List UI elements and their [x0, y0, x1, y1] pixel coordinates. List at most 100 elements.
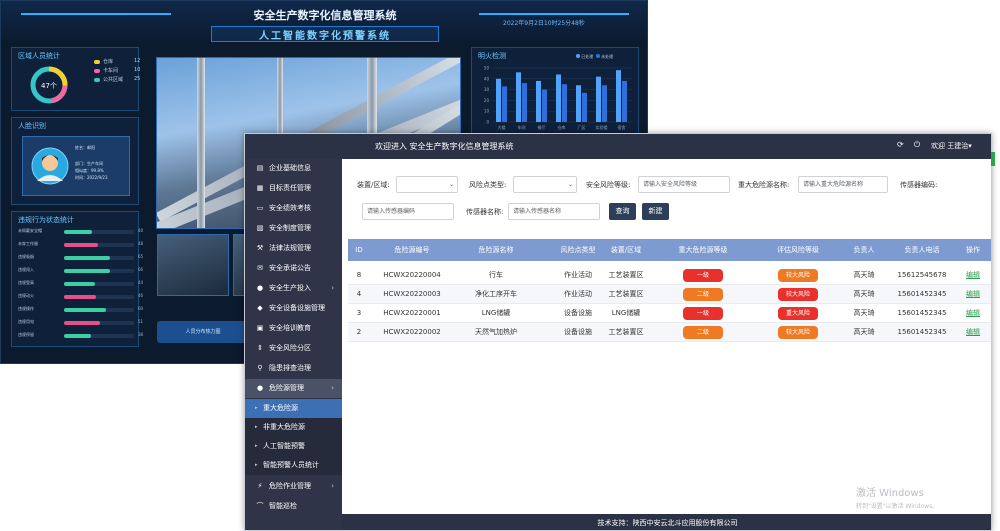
table-cell: 工艺装置区: [608, 290, 644, 298]
bar-processed: [596, 76, 601, 122]
table-cell: 工艺装置区: [608, 328, 644, 336]
donut-center-value: 47个: [41, 82, 57, 90]
violation-value: 65: [138, 254, 144, 259]
table-row: 8 HCWX20220004 行车 作业活动 工艺装置区 一级 较大风险 高天琦 1561254…: [348, 266, 991, 285]
violation-row: 违规闯入 66: [18, 267, 148, 275]
table-cell: 15601452345: [897, 328, 947, 336]
sidebar: ▤ 企业基础信息 ▦ 目标责任管理 ▭ 安全绩效考核 ▧ 安全制度管理 ⚒ 法律法规管理 ✉ 安全承诺…: [245, 159, 342, 530]
sidebar-item[interactable]: ● 安全生产投入 ›: [245, 279, 342, 298]
edit-link[interactable]: 编辑: [956, 266, 990, 285]
x-tick-label: 仓库: [558, 124, 566, 130]
sidebar-item[interactable]: ⚒ 法律法规管理: [245, 239, 342, 258]
sidebar-item[interactable]: ● 危险源管理 ›: [245, 379, 342, 398]
violation-bar-track: [64, 321, 134, 325]
scrollbar-thumb[interactable]: [991, 152, 995, 166]
violation-label: 未穿工作服: [18, 241, 38, 246]
violation-label: 违规动火: [18, 293, 34, 298]
violation-row: 违规吸烟 65: [18, 254, 148, 262]
sidebar-item-label: 企业基础信息: [269, 164, 311, 172]
sidebar-subitem[interactable]: ▸ 非重大危险源: [245, 418, 342, 437]
triangle-bullet-icon: ▸: [255, 443, 258, 449]
violation-bar-fill: [64, 243, 98, 247]
legend-label: 仓库: [103, 59, 114, 65]
violation-label: 违规停留: [18, 332, 34, 337]
sidebar-item-label: 安全承诺公告: [269, 264, 311, 272]
violation-value: 60: [138, 306, 144, 311]
table-cell: 工艺装置区: [608, 271, 644, 279]
table-cell: 天然气加热炉: [475, 328, 517, 336]
risk-level-input[interactable]: 请输入安全风险等级: [638, 176, 730, 193]
sidebar-item[interactable]: ✉ 安全承诺公告: [245, 259, 342, 278]
risk-type-select[interactable]: ⌄: [513, 176, 577, 193]
user-menu[interactable]: 欢迎 王建治▾: [931, 141, 972, 151]
area-select[interactable]: ⌄: [396, 176, 458, 193]
sidebar-item[interactable]: ⌒ 智能巡检: [245, 497, 342, 516]
face-avatar-icon: [31, 147, 69, 185]
camera-thumbnail[interactable]: [157, 234, 229, 296]
face-dept: 部门：生产车间: [75, 161, 103, 166]
sidebar-item-icon: ▭: [256, 204, 264, 212]
flame-panel-title: 明火检测: [478, 52, 506, 60]
violation-label: 违规登高: [18, 280, 34, 285]
sensor-name-input[interactable]: 请输入传感器名称: [508, 203, 600, 220]
sidebar-item[interactable]: ▤ 企业基础信息: [245, 159, 342, 178]
admin-window: 欢迎进入 安全生产数字化信息管理系统 ⟳ ⏻ 欢迎 王建治▾ ▤ 企业基础信息 ▦ 目…: [244, 133, 992, 531]
sidebar-item[interactable]: ⚡ 危险作业管理 ›: [245, 477, 342, 496]
bar-processed: [576, 85, 581, 122]
heatmap-button[interactable]: 人员分布热力图: [157, 321, 249, 343]
x-tick-label: 宿舍: [618, 124, 626, 130]
legend-label: 公共区域: [103, 77, 124, 83]
sidebar-item[interactable]: ▭ 安全绩效考核: [245, 199, 342, 218]
violation-bar-fill: [64, 230, 92, 234]
sidebar-item-icon: ⌒: [256, 502, 264, 510]
sidebar-item[interactable]: ◆ 安全设备设施管理: [245, 299, 342, 318]
refresh-icon[interactable]: ⟳: [897, 140, 904, 149]
sidebar-subitem[interactable]: ▸ 智能预警人员统计: [245, 456, 342, 475]
face-card: 姓名：邮阳 部门：生产车间 相似度：99.8% 时间：2022/9/23: [22, 136, 130, 196]
edit-link[interactable]: 编辑: [956, 285, 990, 304]
risk-type-label: 风险点类型:: [469, 181, 507, 189]
sidebar-item-icon: ⚲: [257, 364, 263, 372]
violation-bar-fill: [64, 282, 95, 286]
face-name: 姓名：邮阳: [75, 145, 95, 150]
sidebar-subitem[interactable]: ▸ 重大危险源: [245, 399, 342, 418]
sidebar-item[interactable]: ▣ 安全培训教育: [245, 319, 342, 338]
x-tick-label: 厂区: [578, 125, 586, 130]
sidebar-item[interactable]: ▦ 目标责任管理: [245, 179, 342, 198]
violation-bar-track: [64, 295, 134, 299]
query-button[interactable]: 查询: [609, 203, 636, 220]
sidebar-item-label: 安全培训教育: [269, 324, 311, 332]
sidebar-item[interactable]: ⚲ 隐患排查治理: [245, 359, 342, 378]
risk-badge: 较大风险: [778, 288, 818, 301]
bar-processed: [616, 70, 621, 122]
face-time: 时间：2022/9/23: [75, 175, 108, 180]
bar-unprocessed: [502, 86, 507, 122]
dashboard-subtitle: 人工智能数字化预警系统: [211, 26, 439, 42]
major-name-input[interactable]: 请输入重大危险源名称: [798, 176, 888, 193]
sidebar-subitem[interactable]: ▸ 人工智能预警: [245, 437, 342, 456]
violation-bar-track: [64, 243, 134, 247]
sidebar-item-label: 危险源管理: [269, 384, 304, 392]
risk-level-label: 安全风险等级:: [586, 181, 631, 189]
table-header-cell: 危险源名称: [478, 246, 514, 254]
sidebar-item-label: 智能巡检: [269, 502, 297, 510]
watermark-line-2: 转到"设置"以激活 Windows。: [856, 503, 939, 510]
sensor-name-label: 传感器名称:: [466, 208, 504, 216]
triangle-bullet-icon: ▸: [255, 424, 258, 430]
x-tick-label: 大楼: [498, 124, 506, 130]
edit-link[interactable]: 编辑: [956, 304, 990, 323]
sidebar-item[interactable]: ⇕ 安全风险分区: [245, 339, 342, 358]
logout-icon[interactable]: ⏻: [914, 140, 920, 149]
violation-value: 38: [138, 332, 144, 337]
table-header-cell: 负责人电话: [904, 246, 940, 254]
risk-badge: 较大风险: [778, 269, 818, 282]
dashboard-datetime: 2022年9月2日10时25分48秒: [503, 20, 585, 27]
sensor-code-input[interactable]: 请输入传感器编码: [362, 203, 454, 220]
create-button[interactable]: 新建: [642, 203, 669, 220]
sidebar-item-icon: ▣: [256, 324, 264, 332]
table-cell: HCWX20220004: [383, 271, 441, 279]
table-header-cell: 评估风险等级: [777, 246, 819, 254]
table-row: 2 HCWX20220002 天然气加热炉 设备设施 工艺装置区 二级 较大风险 高天琦 156…: [348, 323, 991, 342]
sidebar-item[interactable]: ▧ 安全制度管理: [245, 219, 342, 238]
edit-link[interactable]: 编辑: [956, 323, 990, 342]
